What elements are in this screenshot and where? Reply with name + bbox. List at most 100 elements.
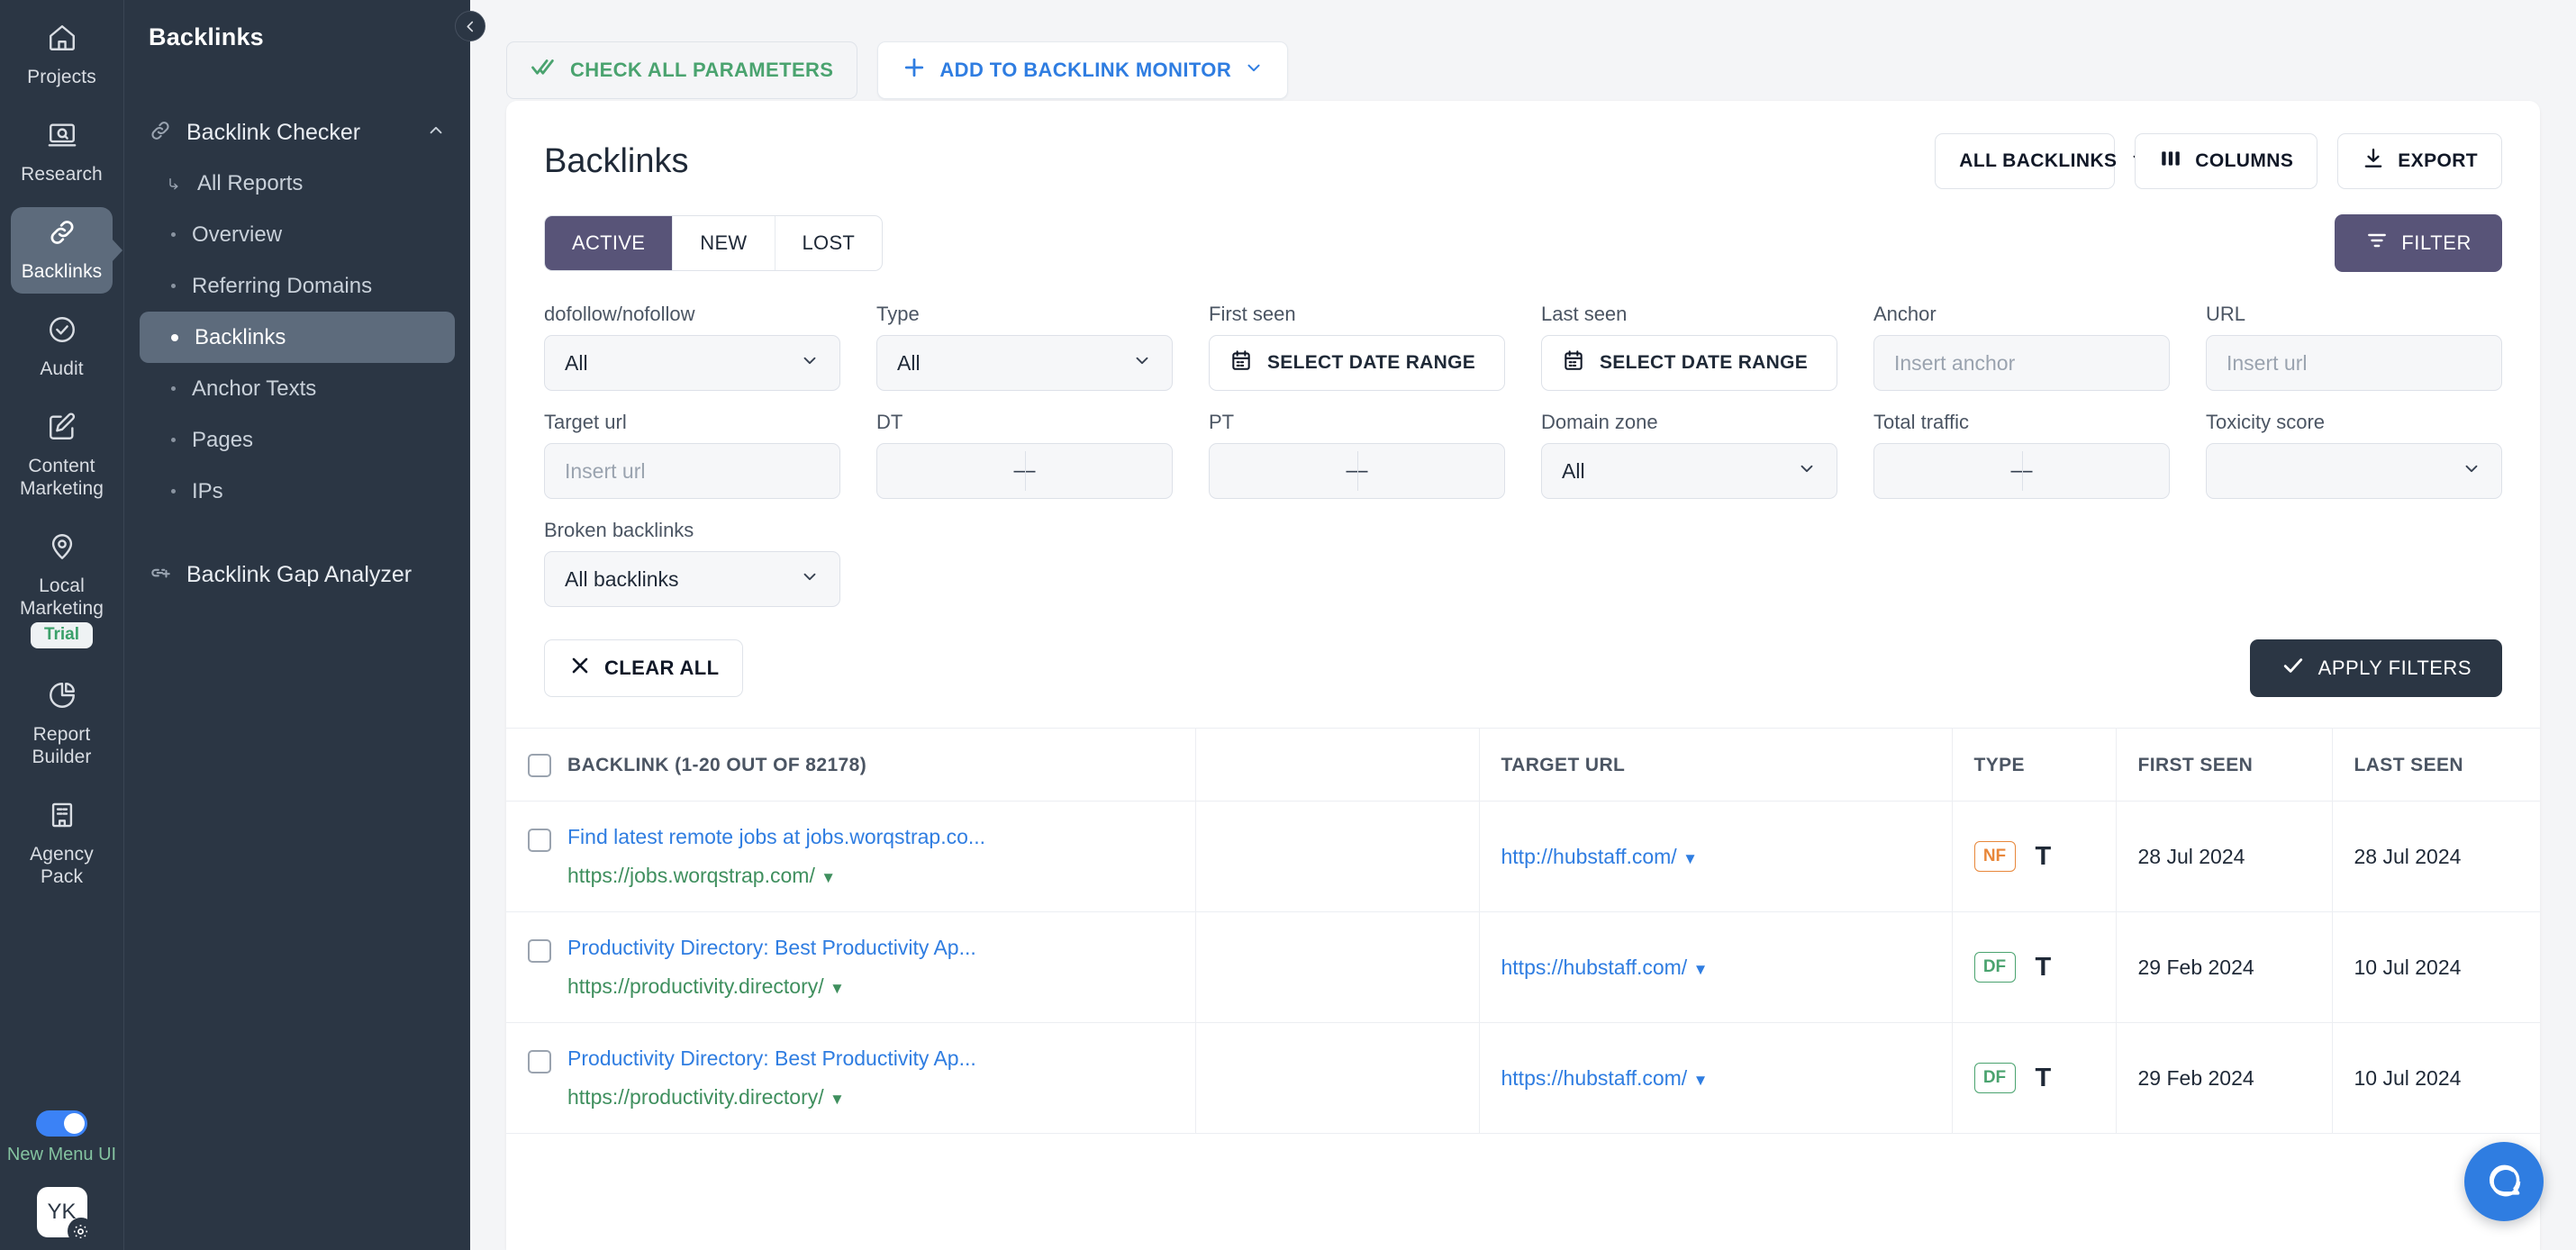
button-label: ADD TO BACKLINK MONITOR bbox=[939, 59, 1232, 81]
rail-item-projects[interactable]: Projects bbox=[11, 13, 113, 99]
chevron-down-icon[interactable]: ▼ bbox=[830, 980, 845, 997]
rail-item-agency-pack[interactable]: Agency Pack bbox=[11, 790, 113, 899]
backlink-source-url[interactable]: https://jobs.worqstrap.com/ bbox=[567, 864, 815, 887]
chevron-down-icon[interactable]: ▼ bbox=[830, 1091, 845, 1108]
date-range-value: SELECT DATE RANGE bbox=[1267, 352, 1476, 373]
rail-item-report-builder[interactable]: Report Builder bbox=[11, 670, 113, 779]
subnav-group-label: Backlink Checker bbox=[186, 119, 361, 145]
rail-label: Report Builder bbox=[32, 724, 92, 767]
check-all-parameters-button[interactable]: CHECK ALL PARAMETERS bbox=[506, 41, 858, 99]
chevron-down-icon[interactable]: ▼ bbox=[1683, 850, 1698, 867]
new-menu-ui-toggle[interactable] bbox=[36, 1110, 87, 1137]
filter-label: Type bbox=[876, 303, 920, 325]
filter-label: dofollow/nofollow bbox=[544, 303, 695, 325]
tab-new[interactable]: NEW bbox=[672, 216, 774, 270]
sidebar-item-ips[interactable]: IPs bbox=[140, 466, 455, 517]
filter-pt: PT — bbox=[1209, 411, 1505, 499]
chevron-down-icon[interactable] bbox=[1244, 58, 1264, 83]
cell-type: DF T bbox=[1951, 911, 2116, 1023]
chevron-up-icon[interactable] bbox=[426, 121, 446, 145]
filter-broken-backlinks: Broken backlinks All backlinks bbox=[544, 519, 840, 607]
gear-icon[interactable] bbox=[67, 1218, 95, 1245]
cell-blank bbox=[1194, 911, 1479, 1023]
row-checkbox[interactable] bbox=[528, 939, 551, 963]
pt-range-input[interactable]: — bbox=[1209, 443, 1505, 499]
target-url-link[interactable]: https://hubstaff.com/ bbox=[1501, 1066, 1688, 1090]
sidebar-item-backlink-gap-analyzer[interactable]: Backlink Gap Analyzer bbox=[124, 549, 470, 600]
type-select[interactable]: All bbox=[876, 335, 1173, 391]
tab-active[interactable]: ACTIVE bbox=[545, 216, 673, 270]
sidebar-item-all-reports[interactable]: All Reports bbox=[140, 158, 455, 209]
button-label: EXPORT bbox=[2398, 150, 2478, 171]
column-target-url[interactable]: TARGET URL bbox=[1478, 728, 1952, 802]
url-input[interactable]: Insert url bbox=[2206, 335, 2502, 391]
filter-label: Toxicity score bbox=[2206, 411, 2326, 433]
filter-spacer-3 bbox=[1541, 519, 1837, 607]
rail-item-local-marketing[interactable]: Local Marketing Trial bbox=[11, 521, 113, 659]
tab-lost[interactable]: LOST bbox=[774, 216, 883, 270]
row-checkbox[interactable] bbox=[528, 1050, 551, 1073]
target-url-input[interactable]: Insert url bbox=[544, 443, 840, 499]
calendar-icon bbox=[1229, 349, 1253, 377]
anchor-input[interactable]: Insert anchor bbox=[1873, 335, 2170, 391]
toxicity-score-select[interactable] bbox=[2206, 443, 2502, 499]
all-backlinks-select[interactable]: ALL BACKLINKS bbox=[1935, 133, 2145, 189]
cell-first-seen: 28 Jul 2024 bbox=[2115, 801, 2332, 912]
chevron-down-icon[interactable]: ▼ bbox=[1693, 961, 1709, 978]
last-seen-date-range[interactable]: SELECT DATE RANGE bbox=[1541, 335, 1837, 391]
add-to-backlink-monitor-button[interactable]: ADD TO BACKLINK MONITOR bbox=[877, 41, 1289, 99]
chat-support-button[interactable] bbox=[2464, 1142, 2544, 1221]
chevron-down-icon[interactable]: ▼ bbox=[1693, 1072, 1709, 1089]
sidebar-item-backlinks[interactable]: Backlinks bbox=[140, 312, 455, 363]
column-type[interactable]: TYPE bbox=[1951, 728, 2116, 802]
sidebar-item-label: Backlinks bbox=[195, 324, 286, 349]
backlink-source-url[interactable]: https://productivity.directory/ bbox=[567, 1085, 824, 1109]
backlink-anchor-link[interactable]: Productivity Directory: Best Productivit… bbox=[567, 936, 976, 959]
rail-item-content-marketing[interactable]: Content Marketing bbox=[11, 402, 113, 511]
cell-target-url: http://hubstaff.com/ ▼ bbox=[1478, 801, 1952, 912]
target-url-link[interactable]: http://hubstaff.com/ bbox=[1501, 845, 1677, 868]
row-checkbox[interactable] bbox=[528, 829, 551, 852]
filter-button[interactable]: FILTER bbox=[2335, 214, 2502, 272]
export-button[interactable]: EXPORT bbox=[2337, 133, 2502, 189]
sidebar-item-pages[interactable]: Pages bbox=[140, 414, 455, 466]
check-icon bbox=[2281, 653, 2306, 684]
rail-item-research[interactable]: Research bbox=[11, 110, 113, 196]
backlink-anchor-link[interactable]: Find latest remote jobs at jobs.worqstra… bbox=[567, 825, 985, 848]
text-link-icon: T bbox=[2035, 1063, 2052, 1092]
rail-label: Backlinks bbox=[21, 261, 103, 282]
select-all-checkbox[interactable] bbox=[528, 754, 551, 777]
filter-icon bbox=[2365, 229, 2389, 258]
rail-item-audit[interactable]: Audit bbox=[11, 304, 113, 391]
dt-range-input[interactable]: — bbox=[876, 443, 1173, 499]
collapse-sidebar-button[interactable] bbox=[455, 11, 485, 41]
total-traffic-range-input[interactable]: — bbox=[1873, 443, 2170, 499]
backlink-source-url[interactable]: https://productivity.directory/ bbox=[567, 974, 824, 998]
column-backlink[interactable]: BACKLINK (1-20 OUT OF 82178) bbox=[506, 728, 1195, 802]
column-first-seen[interactable]: FIRST SEEN bbox=[2115, 728, 2332, 802]
column-label: TYPE bbox=[1973, 755, 2025, 775]
subnav-group-backlink-checker[interactable]: Backlink Checker bbox=[124, 107, 470, 158]
sidebar-item-anchor-texts[interactable]: Anchor Texts bbox=[140, 363, 455, 414]
chevron-down-icon[interactable]: ▼ bbox=[821, 869, 836, 886]
domain-zone-select[interactable]: All bbox=[1541, 443, 1837, 499]
columns-button[interactable]: COLUMNS bbox=[2135, 133, 2318, 189]
text-link-icon: T bbox=[2035, 952, 2052, 982]
apply-filters-button[interactable]: APPLY FILTERS bbox=[2249, 639, 2502, 697]
rail-item-backlinks[interactable]: Backlinks bbox=[11, 207, 113, 294]
sidebar-item-referring-domains[interactable]: Referring Domains bbox=[140, 260, 455, 312]
dofollow-select[interactable]: All bbox=[544, 335, 840, 391]
clear-all-button[interactable]: CLEAR ALL bbox=[544, 639, 744, 697]
columns-icon bbox=[2159, 147, 2182, 176]
avatar-wrapper[interactable]: YK bbox=[36, 1187, 95, 1245]
broken-backlinks-select[interactable]: All backlinks bbox=[544, 551, 840, 607]
first-seen-date-range[interactable]: SELECT DATE RANGE bbox=[1209, 335, 1505, 391]
cell-target-url: https://hubstaff.com/ ▼ bbox=[1478, 1022, 1952, 1134]
sidebar-item-overview[interactable]: Overview bbox=[140, 209, 455, 260]
table-row: Productivity Directory: Best Productivit… bbox=[506, 1022, 2540, 1134]
bullet-dot-icon bbox=[171, 438, 176, 442]
backlink-anchor-link[interactable]: Productivity Directory: Best Productivit… bbox=[567, 1046, 976, 1070]
column-last-seen[interactable]: LAST SEEN bbox=[2331, 728, 2540, 802]
first-seen-value: 29 Feb 2024 bbox=[2137, 955, 2254, 979]
target-url-link[interactable]: https://hubstaff.com/ bbox=[1501, 956, 1688, 979]
